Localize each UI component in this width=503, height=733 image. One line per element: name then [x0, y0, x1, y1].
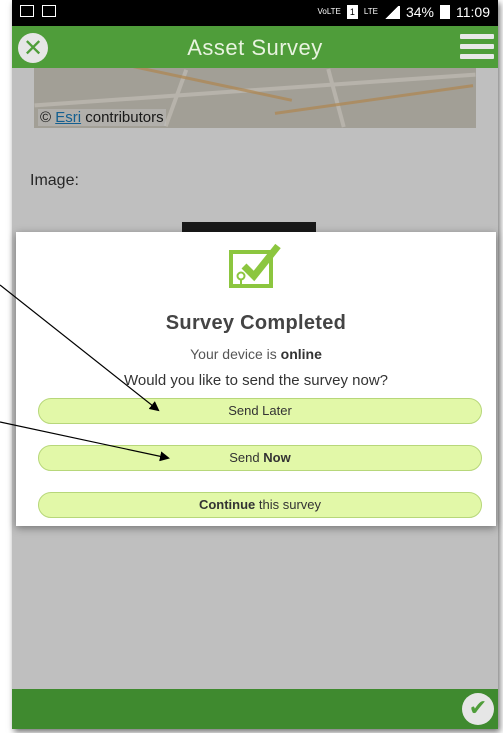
- survey-completed-dialog: Survey Completed Your device is online W…: [16, 232, 496, 526]
- app-header: ✕ Asset Survey: [12, 26, 498, 68]
- send-later-button[interactable]: Send Later: [38, 398, 482, 424]
- send-now-button[interactable]: Send Now: [38, 445, 482, 471]
- battery-icon: [440, 5, 450, 19]
- status-bar: VoLTE 1 LTE 34% 11:09: [12, 0, 498, 26]
- bottom-bar: ✔: [12, 689, 498, 729]
- survey-check-icon: [229, 243, 281, 288]
- dialog-question: Would you like to send the survey now?: [123, 372, 389, 389]
- menu-icon[interactable]: [460, 34, 494, 60]
- continue-survey-button[interactable]: Continue this survey: [38, 492, 482, 518]
- volte-indicator: VoLTE: [317, 7, 341, 16]
- signal-icon: [383, 5, 400, 19]
- battery-percent: 34%: [405, 4, 434, 20]
- dialog-title: Survey Completed: [165, 312, 347, 334]
- network-type: LTE: [363, 7, 378, 16]
- connection-status: Your device is online: [190, 346, 322, 362]
- page-title: Asset Survey: [187, 35, 323, 60]
- clock: 11:09: [456, 4, 490, 20]
- check-circle-icon[interactable]: ✔: [462, 693, 494, 725]
- mail-notification-icon: [42, 5, 56, 17]
- sim-indicator: 1: [346, 5, 358, 19]
- gallery-notification-icon: [20, 5, 34, 17]
